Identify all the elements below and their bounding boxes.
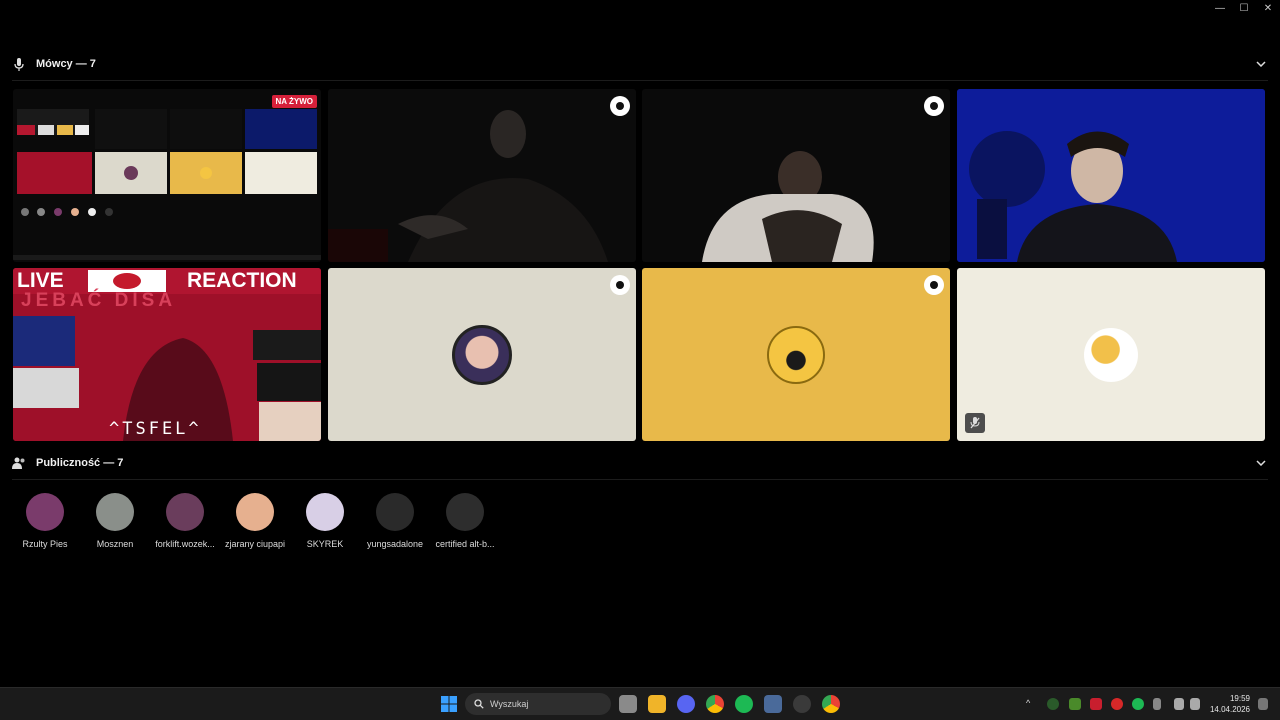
screen-signature-text: ^TSFEL^	[109, 419, 202, 439]
audience-member-name: SKYREK	[306, 539, 344, 549]
avatar	[452, 324, 512, 385]
muted-mic-icon	[965, 413, 985, 433]
volume-icon[interactable]	[1190, 698, 1200, 710]
audience-member-name: yungsadalone	[366, 539, 424, 549]
notifications-icon[interactable]	[1258, 698, 1268, 710]
camera-feed	[957, 89, 1265, 262]
camera-feed	[328, 110, 608, 262]
clock-time: 19:59	[1229, 694, 1250, 703]
audience-member-name: forklift.wozek...	[155, 539, 215, 549]
audience-section-header[interactable]: Publiczność — 7	[12, 452, 1268, 474]
screen-banner-text: JEBAĆ DISA	[21, 290, 177, 311]
audience-member-name: Mosznen	[96, 539, 134, 549]
avatar-tile-8[interactable]	[957, 268, 1265, 441]
shield-icon	[610, 96, 630, 116]
network-icon[interactable]	[1174, 698, 1184, 710]
video-tile-2[interactable]	[328, 89, 636, 262]
audience-member[interactable]: certified alt-b...	[425, 493, 505, 549]
divider	[12, 479, 1268, 480]
avatar	[446, 493, 484, 531]
tray-app-icon[interactable]	[1111, 698, 1123, 710]
notepad-icon[interactable]	[764, 695, 782, 713]
avatar	[236, 493, 274, 531]
maximize-icon[interactable]: ☐	[1232, 0, 1256, 16]
nvidia-icon[interactable]	[1069, 698, 1081, 710]
clock-date: 14.04.2026	[1209, 705, 1250, 714]
shield-icon	[610, 275, 630, 295]
tray-app-icon[interactable]	[1047, 698, 1059, 710]
clock[interactable]: 19:59 14.04.2026	[1210, 693, 1250, 715]
search-icon	[474, 699, 484, 709]
spotify-icon[interactable]	[735, 695, 753, 713]
avatar	[767, 325, 825, 384]
microphone-icon[interactable]	[1153, 698, 1161, 710]
avatar	[166, 493, 204, 531]
chevron-up-icon[interactable]: ^	[1026, 698, 1038, 710]
audience-member[interactable]: yungsadalone	[355, 493, 435, 549]
chevron-down-icon[interactable]	[1254, 456, 1268, 470]
search-placeholder: Wyszukaj	[490, 699, 529, 709]
app-icon[interactable]	[793, 695, 811, 713]
discord-icon[interactable]	[677, 695, 695, 713]
audience-member[interactable]: zjarany ciupapi	[215, 493, 295, 549]
avatar-tile-6[interactable]	[328, 268, 636, 441]
avatar-tile-7[interactable]	[642, 268, 950, 441]
chevron-down-icon[interactable]	[1254, 57, 1268, 71]
audience-title: Publiczność — 7	[36, 457, 124, 469]
avatar	[306, 493, 344, 531]
speakers-section-header[interactable]: Mówcy — 7	[12, 53, 1268, 75]
screen-share-tile[interactable]: LIVE REACTION JEBAĆ DISA ^TSFEL^	[13, 268, 321, 441]
audience-member[interactable]: forklift.wozek...	[145, 493, 225, 549]
minimize-icon[interactable]: —	[1208, 0, 1232, 16]
taskbar: Wyszukaj ^ 19:59 14.04.2026	[0, 687, 1280, 720]
video-tile-4[interactable]	[957, 89, 1265, 262]
camera-feed	[702, 151, 874, 262]
avatar	[376, 493, 414, 531]
spotify-tray-icon[interactable]	[1132, 698, 1144, 710]
audience-member[interactable]: Rzulty Pies	[5, 493, 85, 549]
avatar	[1084, 327, 1138, 382]
live-badge: NA ŻYWO	[271, 95, 317, 108]
stream-preview	[13, 109, 321, 260]
window-controls: — ☐ ✕	[1208, 0, 1280, 16]
shield-icon	[924, 275, 944, 295]
windows-start-icon[interactable]	[440, 695, 458, 713]
divider	[12, 80, 1268, 81]
video-tile-3[interactable]	[642, 89, 950, 262]
file-explorer-icon[interactable]	[648, 695, 666, 713]
speakers-title: Mówcy — 7	[36, 58, 96, 70]
stream-tile[interactable]: NA ŻYWO	[13, 89, 321, 262]
audience-member-name: Rzulty Pies	[22, 539, 68, 549]
taskbar-search[interactable]: Wyszukaj	[465, 693, 611, 715]
audience-member[interactable]: SKYREK	[285, 493, 365, 549]
microphone-icon	[12, 57, 26, 71]
close-icon[interactable]: ✕	[1256, 0, 1280, 16]
people-icon	[12, 456, 26, 470]
avatar	[26, 493, 64, 531]
audience-member-name: certified alt-b...	[435, 539, 495, 549]
tray-app-icon[interactable]	[1090, 698, 1102, 710]
screen-reaction-text: REACTION	[187, 269, 297, 292]
shield-icon	[924, 96, 944, 116]
chrome-icon[interactable]	[706, 695, 724, 713]
avatar	[96, 493, 134, 531]
audience-member[interactable]: Mosznen	[75, 493, 155, 549]
task-view-icon[interactable]	[619, 695, 637, 713]
audience-member-name: zjarany ciupapi	[224, 539, 286, 549]
chrome-icon[interactable]	[822, 695, 840, 713]
